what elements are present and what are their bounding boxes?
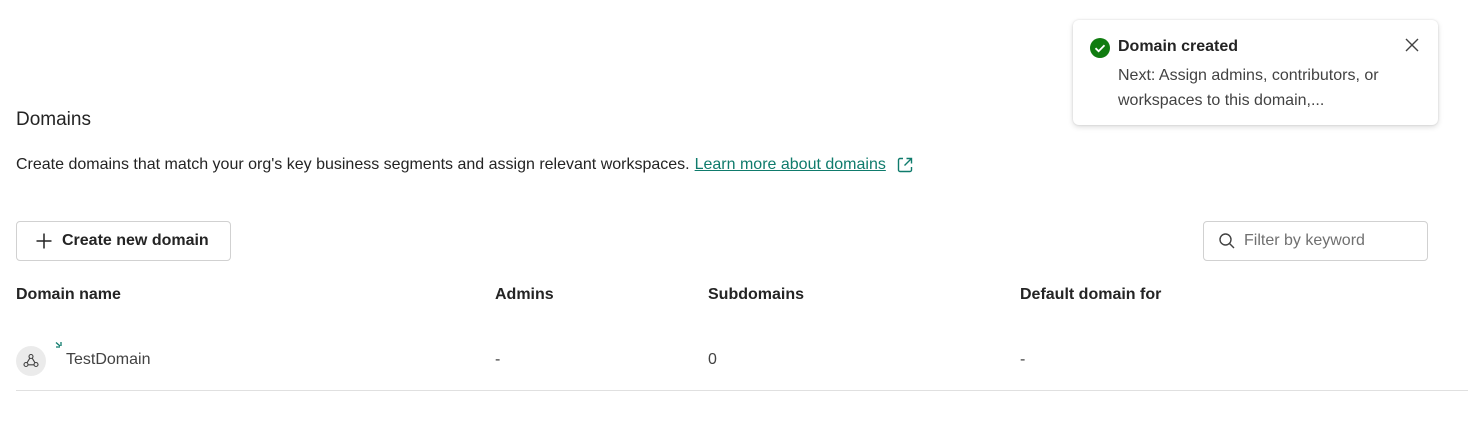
learn-more-link[interactable]: Learn more about domains xyxy=(695,156,886,174)
search-icon xyxy=(1218,232,1236,250)
column-header-admins[interactable]: Admins xyxy=(495,286,554,304)
filter-search-box[interactable] xyxy=(1203,221,1428,261)
create-new-domain-button[interactable]: Create new domain xyxy=(16,221,231,261)
open-in-new-icon[interactable] xyxy=(896,156,914,174)
success-toast: Domain created Next: Assign admins, cont… xyxy=(1073,20,1438,125)
success-check-icon xyxy=(1090,38,1110,63)
column-header-default-domain-for[interactable]: Default domain for xyxy=(1020,286,1161,304)
row-divider xyxy=(16,390,1468,391)
toast-message: Next: Assign admins, contributors, or wo… xyxy=(1118,67,1379,109)
description-text: Create domains that match your org's key… xyxy=(16,156,690,173)
domain-name-cell[interactable]: TestDomain xyxy=(66,351,150,369)
create-new-domain-label: Create new domain xyxy=(62,232,209,249)
column-header-domain-name[interactable]: Domain name xyxy=(16,286,121,304)
filter-input[interactable] xyxy=(1244,232,1414,250)
plus-icon xyxy=(35,232,53,250)
admins-cell: - xyxy=(495,351,501,368)
subdomains-cell: 0 xyxy=(708,351,717,368)
domain-icon xyxy=(16,346,46,376)
domains-page: Domains Create domains that match your o… xyxy=(0,0,1468,445)
column-header-subdomains[interactable]: Subdomains xyxy=(708,286,804,304)
close-icon[interactable] xyxy=(1403,36,1421,59)
default-domain-cell: - xyxy=(1020,351,1026,368)
page-title: Domains xyxy=(16,109,91,130)
toast-title: Domain created xyxy=(1118,38,1239,55)
section-description: Create domains that match your org's key… xyxy=(16,156,914,174)
